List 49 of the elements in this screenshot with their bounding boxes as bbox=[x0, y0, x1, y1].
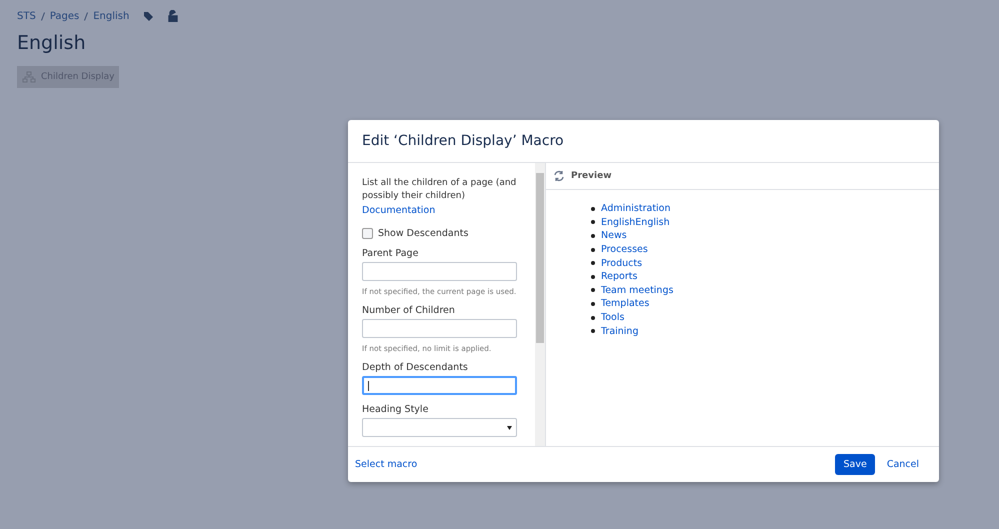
dialog-title: Edit ‘Children Display’ Macro bbox=[362, 133, 564, 149]
refresh-icon[interactable] bbox=[553, 170, 565, 182]
child-page-link[interactable]: Reports bbox=[601, 271, 638, 282]
input-field[interactable] bbox=[362, 376, 517, 395]
child-page-link[interactable]: Templates bbox=[601, 298, 650, 310]
bullet-icon bbox=[591, 316, 595, 320]
slash-icon bbox=[84, 12, 88, 20]
checkbox-label: Show Descendants bbox=[378, 228, 468, 239]
scrollbar[interactable] bbox=[535, 163, 545, 446]
unlock-icon[interactable] bbox=[168, 10, 178, 22]
child-page-link[interactable]: Administration bbox=[601, 203, 671, 214]
breadcrumb-link[interactable]: English bbox=[93, 10, 130, 22]
breadcrumb-link[interactable]: Pages bbox=[50, 10, 80, 22]
bullet-icon bbox=[591, 329, 595, 334]
slash-icon bbox=[40, 12, 45, 20]
child-page-link[interactable]: Processes bbox=[601, 244, 648, 256]
bullet-icon bbox=[591, 274, 595, 279]
breadcrumb-link[interactable]: STS bbox=[17, 10, 36, 22]
field-label: Depth of Descendants bbox=[362, 362, 469, 373]
hierarchy-icon bbox=[22, 71, 36, 83]
bullet-icon bbox=[591, 248, 595, 252]
page-title: English bbox=[17, 32, 87, 54]
child-page-link[interactable]: Tools bbox=[601, 312, 624, 324]
child-page-link[interactable]: Products bbox=[601, 258, 642, 269]
bullet-icon bbox=[591, 234, 595, 238]
save-button[interactable]: Save bbox=[835, 454, 875, 475]
input-field[interactable] bbox=[362, 319, 517, 338]
bullet-icon bbox=[591, 302, 595, 306]
child-page-link[interactable]: EnglishEnglish bbox=[601, 216, 670, 228]
dropdown-field[interactable] bbox=[362, 418, 517, 437]
checkbox[interactable] bbox=[362, 228, 373, 239]
caret-icon bbox=[507, 426, 512, 430]
child-page-link[interactable]: Training bbox=[601, 326, 638, 337]
child-page-link[interactable]: Team meetings bbox=[601, 284, 674, 296]
child-page-link[interactable]: News bbox=[601, 230, 627, 242]
bullet-icon bbox=[591, 261, 595, 266]
macro-description: List all the children of a page (and possibly their children) bbox=[362, 177, 518, 203]
field-label: Parent Page bbox=[362, 248, 420, 259]
preview-title: Preview bbox=[571, 171, 612, 181]
bullet-icon bbox=[591, 220, 595, 224]
field-label: Heading Style bbox=[362, 404, 430, 415]
bullet-icon bbox=[591, 206, 595, 211]
documentation-link[interactable]: Documentation bbox=[362, 205, 521, 216]
field-label: Number of Children bbox=[362, 305, 456, 316]
tag-icon[interactable] bbox=[143, 10, 154, 22]
bullet-icon bbox=[591, 288, 595, 292]
cancel-button[interactable]: Cancel bbox=[880, 458, 925, 471]
input-field[interactable] bbox=[362, 262, 517, 281]
select-macro-link[interactable]: Select macro bbox=[355, 459, 418, 470]
